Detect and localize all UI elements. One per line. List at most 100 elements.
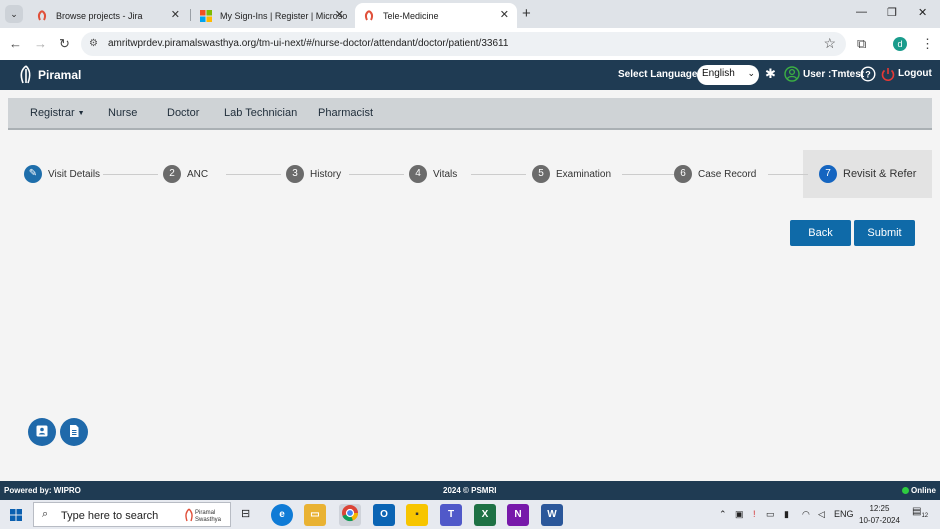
tray-alert-icon[interactable]: ! xyxy=(753,509,756,519)
reload-icon[interactable]: ↻ xyxy=(59,36,70,52)
app-header: Piramal Select Language: English ⌄ ✱ Use… xyxy=(0,60,940,90)
edge-icon[interactable]: e xyxy=(271,504,293,526)
window-close-icon[interactable]: ✕ xyxy=(918,6,927,19)
tab-separator xyxy=(190,9,191,21)
status-text: Online xyxy=(911,486,936,495)
step-number: 4 xyxy=(409,165,427,183)
search-icon: ⌕ xyxy=(42,508,49,520)
wifi-icon[interactable]: ◠ xyxy=(802,509,810,520)
sticky-notes-icon[interactable]: ▪ xyxy=(406,504,428,526)
back-button[interactable]: Back xyxy=(790,220,851,246)
extensions-puzzle-icon[interactable]: ⧉ xyxy=(857,36,866,52)
restore-icon[interactable]: ❐ xyxy=(887,6,897,19)
clock-date: 10-07-2024 xyxy=(859,516,900,525)
document-icon[interactable] xyxy=(60,418,88,446)
browser-tab-strip: ⌄ Browse projects - Jira ✕ My Sign-Ins |… xyxy=(0,0,940,28)
volume-icon[interactable]: ◁ xyxy=(818,509,825,520)
piramal-leaf-icon xyxy=(20,65,31,84)
site-info-icon[interactable]: ⚙ xyxy=(89,38,98,49)
step-vitals[interactable]: 4 Vitals xyxy=(409,165,457,183)
battery-icon[interactable]: ▮ xyxy=(784,509,789,520)
step-label: ANC xyxy=(187,168,209,180)
chrome-logo-icon xyxy=(342,505,359,522)
help-icon[interactable]: ? xyxy=(860,66,876,82)
piramal-logo: Piramal xyxy=(18,65,81,85)
submit-button[interactable]: Submit xyxy=(854,220,915,246)
piramal-leaf-icon xyxy=(185,508,193,522)
task-view-icon[interactable]: ⊟ xyxy=(241,507,250,520)
tab-jira[interactable]: Browse projects - Jira ✕ xyxy=(28,3,188,28)
step-connector xyxy=(226,174,281,175)
tray-chevron-icon[interactable]: ⌃ xyxy=(719,509,727,520)
tray-display-icon[interactable]: ▭ xyxy=(766,509,775,520)
tab-list-chevron-icon[interactable]: ⌄ xyxy=(5,5,23,23)
profile-avatar[interactable]: d xyxy=(893,37,907,51)
microsoft-favicon-icon xyxy=(200,9,212,22)
tab-microsoft[interactable]: My Sign-Ins | Register | Microso ✕ xyxy=(192,3,352,28)
step-anc[interactable]: 2 ANC xyxy=(163,165,208,183)
notification-count: 12 xyxy=(921,513,929,519)
jira-favicon-icon xyxy=(37,9,47,20)
step-label: Examination xyxy=(556,168,612,180)
connection-status: Online xyxy=(902,486,936,495)
step-connector xyxy=(103,174,158,175)
tab-tele-medicine[interactable]: Tele-Medicine ✕ xyxy=(355,3,517,28)
id-card-icon xyxy=(36,425,48,437)
step-revisit-refer[interactable]: 7 Revisit & Refer xyxy=(819,165,916,183)
windows-start-icon[interactable] xyxy=(10,509,22,521)
bookmark-star-icon[interactable]: ☆ xyxy=(823,35,836,52)
role-nav: Registrar ▼ Nurse Doctor Lab Technician P… xyxy=(8,98,932,130)
close-tab-icon[interactable]: ✕ xyxy=(500,8,509,21)
new-tab-plus-icon[interactable]: + xyxy=(522,5,531,22)
menu-kebab-icon[interactable]: ⋮ xyxy=(921,36,934,52)
step-case-record[interactable]: 6 Case Record xyxy=(674,165,756,183)
tab-title: Tele-Medicine xyxy=(383,10,439,21)
step-number: 6 xyxy=(674,165,692,183)
power-icon[interactable] xyxy=(880,66,896,82)
file-explorer-icon[interactable]: ▭ xyxy=(304,504,326,526)
logout-link[interactable]: Logout xyxy=(898,68,932,79)
close-tab-icon[interactable]: ✕ xyxy=(171,8,180,21)
role-registrar[interactable]: Registrar ▼ xyxy=(30,107,85,119)
system-clock[interactable]: 12:25 10-07-2024 xyxy=(859,503,900,527)
role-label: Registrar xyxy=(30,107,75,119)
patient-card-icon[interactable] xyxy=(28,418,56,446)
word-icon[interactable]: W xyxy=(541,504,563,526)
role-nurse[interactable]: Nurse xyxy=(108,107,137,119)
notification-icon[interactable]: ▤12 xyxy=(912,506,928,519)
teams-icon[interactable]: T xyxy=(440,504,462,526)
step-number: 2 xyxy=(163,165,181,183)
user-name: User :Tmtest xyxy=(803,69,865,80)
chrome-icon[interactable] xyxy=(339,504,361,526)
step-connector xyxy=(471,174,526,175)
app-footer: Powered by: WIPRO 2024 © PSMRI Online xyxy=(0,481,940,500)
browser-toolbar: ← → ↻ ⚙ amritwprdev.piramalswasthya.org/… xyxy=(0,28,940,60)
tray-app-icon[interactable]: ▣ xyxy=(735,509,744,520)
close-tab-icon[interactable]: ✕ xyxy=(335,8,344,21)
step-history[interactable]: 3 History xyxy=(286,165,341,183)
copyright-text: 2024 © PSMRI xyxy=(443,486,497,495)
excel-icon[interactable]: X xyxy=(474,504,496,526)
piramal-swasthya-badge: Piramal Swasthya xyxy=(181,505,230,525)
forward-arrow-icon[interactable]: → xyxy=(34,36,47,51)
step-connector xyxy=(622,174,674,175)
address-bar[interactable]: ⚙ amritwprdev.piramalswasthya.org/tm-ui-… xyxy=(81,32,846,56)
online-dot-icon xyxy=(902,487,909,494)
tab-title: Browse projects - Jira xyxy=(56,10,143,21)
role-lab-technician[interactable]: Lab Technician xyxy=(224,107,297,119)
outlook-icon[interactable]: O xyxy=(373,504,395,526)
step-examination[interactable]: 5 Examination xyxy=(532,165,611,183)
user-icon xyxy=(784,66,800,82)
taskbar-search[interactable]: ⌕ Type here to search Piramal Swasthya xyxy=(33,502,231,527)
bluetooth-icon[interactable]: ✱ xyxy=(765,66,776,82)
step-label: Vitals xyxy=(433,168,458,180)
back-arrow-icon[interactable]: ← xyxy=(9,36,22,51)
input-language[interactable]: ENG xyxy=(834,509,854,519)
role-pharmacist[interactable]: Pharmacist xyxy=(318,107,373,119)
step-visit-details[interactable]: ✎ Visit Details xyxy=(24,165,100,183)
minimize-icon[interactable]: — xyxy=(856,6,867,18)
windows-taskbar: ⌕ Type here to search Piramal Swasthya ⊟… xyxy=(0,500,940,529)
role-doctor[interactable]: Doctor xyxy=(167,107,199,119)
onenote-icon[interactable]: N xyxy=(507,504,529,526)
language-select[interactable]: English ⌄ xyxy=(697,65,759,85)
